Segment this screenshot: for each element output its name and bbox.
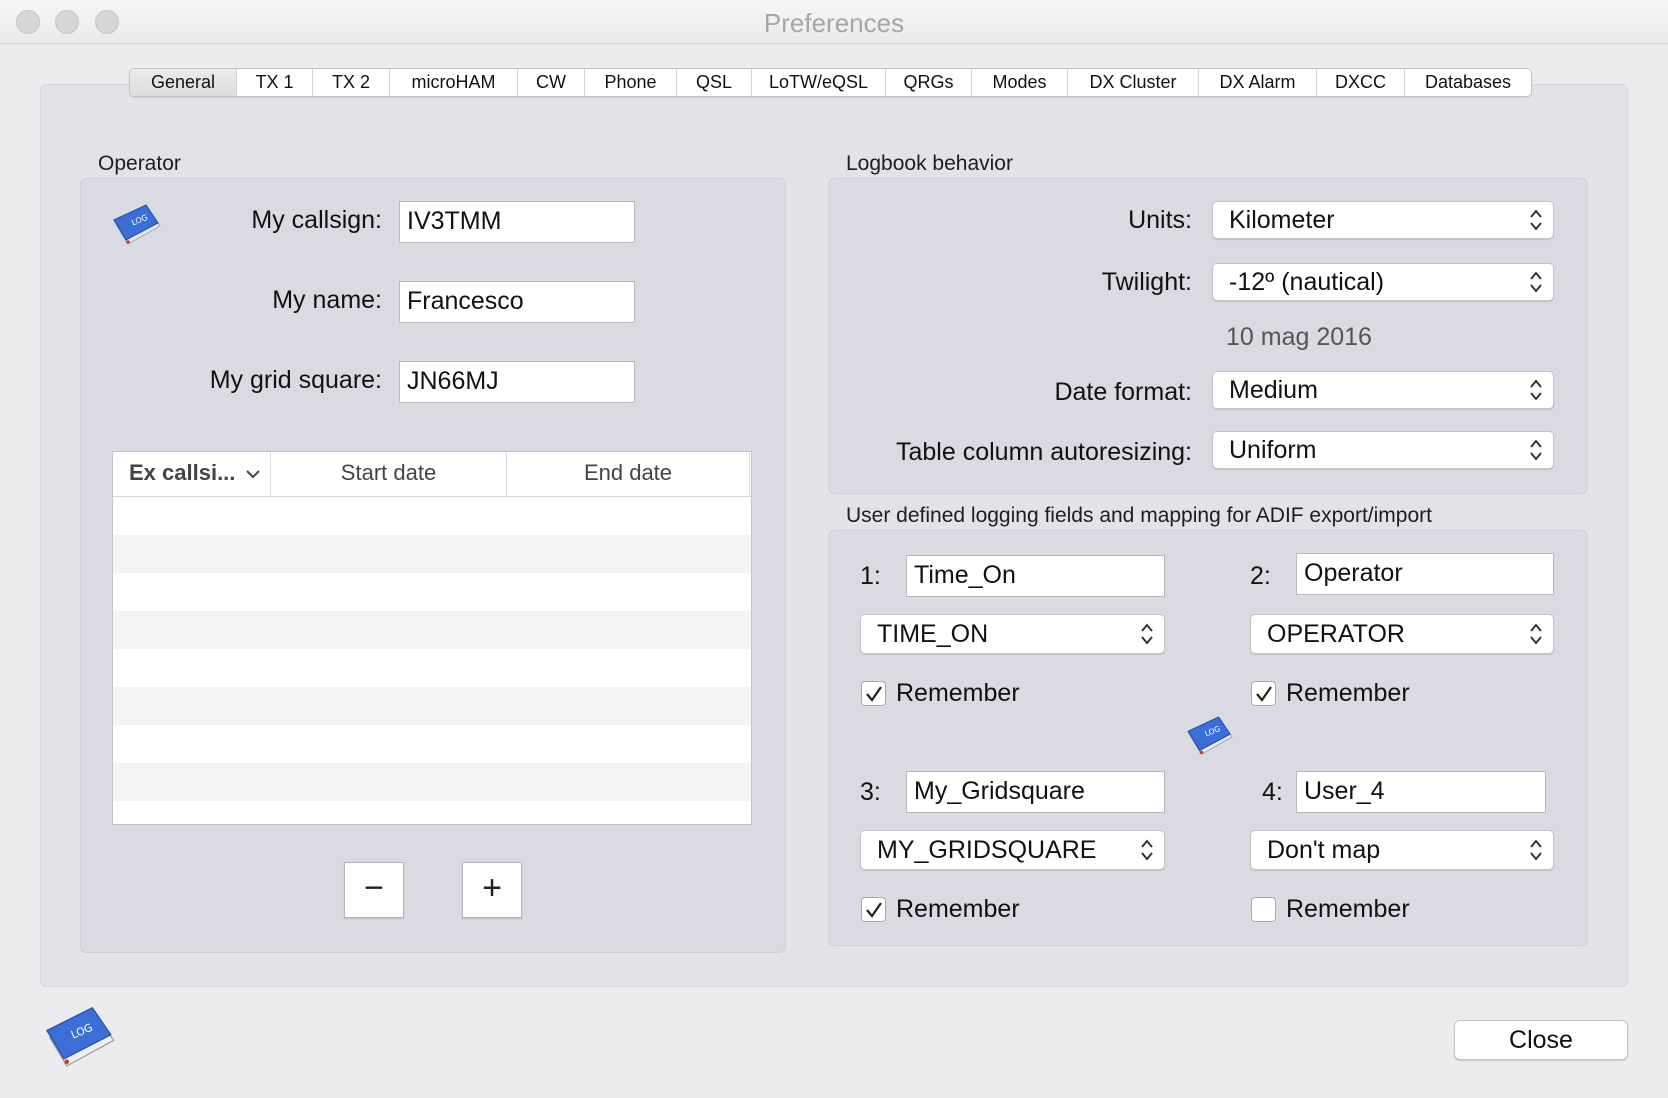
field-2-remember-label[interactable]: Remember — [1286, 679, 1410, 708]
field-4-remember-label[interactable]: Remember — [1286, 895, 1410, 924]
tab-databases[interactable]: Databases — [1405, 69, 1531, 96]
units-popup[interactable]: Kilometer — [1212, 201, 1554, 239]
field-4-mapping-popup[interactable]: Don't map — [1250, 830, 1554, 870]
tab-dx-cluster[interactable]: DX Cluster — [1068, 69, 1199, 96]
logbook-icon: LOG — [112, 204, 164, 250]
table-row — [113, 573, 751, 611]
tab-general[interactable]: General — [130, 69, 237, 96]
add-callsign-button[interactable]: + — [462, 862, 522, 918]
logbook-group-label: Logbook behavior — [846, 152, 1013, 175]
date-format-example: 10 mag 2016 — [1226, 323, 1372, 351]
field-3-remember-label[interactable]: Remember — [896, 895, 1020, 924]
table-row — [113, 801, 751, 824]
table-row — [113, 611, 751, 649]
tab-tx1[interactable]: TX 1 — [237, 69, 313, 96]
field-2-mapping-value: OPERATOR — [1267, 620, 1405, 648]
field-2-number: 2: — [1250, 562, 1271, 590]
name-field[interactable]: Francesco — [399, 281, 635, 323]
callsign-field[interactable]: IV3TMM — [399, 201, 635, 243]
preferences-window: Preferences General TX 1 TX 2 microHAM C… — [0, 0, 1668, 1098]
field-1-mapping-value: TIME_ON — [877, 620, 989, 648]
twilight-label: Twilight: — [1101, 268, 1192, 296]
user-fields-group-label: User defined logging fields and mapping … — [846, 504, 1432, 527]
updown-arrows-icon — [1530, 379, 1542, 401]
field-1-name-input[interactable]: Time_On — [906, 555, 1165, 597]
date-format-popup[interactable]: Medium — [1212, 371, 1554, 409]
units-popup-value: Kilometer — [1229, 206, 1335, 234]
field-4-number: 4: — [1262, 778, 1283, 806]
window-title: Preferences — [763, 8, 905, 38]
tab-dx-alarm[interactable]: DX Alarm — [1199, 69, 1317, 96]
units-label: Units: — [1128, 206, 1192, 234]
field-2-name-input[interactable]: Operator — [1296, 553, 1554, 595]
column-header-start-date[interactable]: Start date — [271, 452, 507, 496]
autoresize-label: Table column autoresizing: — [896, 438, 1192, 466]
field-3-mapping-popup[interactable]: MY_GRIDSQUARE — [860, 830, 1165, 870]
remove-callsign-button[interactable]: − — [344, 862, 404, 918]
updown-arrows-icon — [1530, 271, 1542, 293]
tab-tx2[interactable]: TX 2 — [313, 69, 390, 96]
table-row — [113, 763, 751, 801]
tab-bar: General TX 1 TX 2 microHAM CW Phone QSL … — [129, 68, 1532, 97]
autoresize-popup-value: Uniform — [1229, 436, 1317, 464]
updown-arrows-icon — [1530, 839, 1542, 861]
chevron-down-icon — [246, 470, 260, 479]
tab-microham[interactable]: microHAM — [390, 69, 518, 96]
tab-dxcc[interactable]: DXCC — [1317, 69, 1405, 96]
logbook-app-icon: LOG — [44, 1006, 118, 1072]
tab-lotw-eqsl[interactable]: LoTW/eQSL — [752, 69, 886, 96]
close-button[interactable]: Close — [1454, 1020, 1628, 1060]
updown-arrows-icon — [1530, 623, 1542, 645]
field-3-mapping-value: MY_GRIDSQUARE — [877, 836, 1097, 864]
field-1-remember-checkbox[interactable] — [861, 681, 886, 706]
column-header-ex-callsign-label: Ex callsi... — [129, 460, 236, 485]
ex-callsign-table[interactable]: Ex callsi... Start date End date — [112, 451, 752, 825]
updown-arrows-icon — [1530, 209, 1542, 231]
field-4-name-input[interactable]: User_4 — [1296, 771, 1546, 813]
field-1-number: 1: — [860, 562, 881, 590]
field-2-mapping-popup[interactable]: OPERATOR — [1250, 614, 1554, 654]
checkmark-icon — [866, 686, 882, 702]
twilight-popup[interactable]: -12º (nautical) — [1212, 263, 1554, 301]
grid-square-field[interactable]: JN66MJ — [399, 361, 635, 403]
tab-phone[interactable]: Phone — [585, 69, 677, 96]
updown-arrows-icon — [1141, 623, 1153, 645]
grid-square-label: My grid square: — [209, 366, 382, 394]
field-1-remember-label[interactable]: Remember — [896, 679, 1020, 708]
table-row — [113, 497, 751, 535]
field-1-mapping-popup[interactable]: TIME_ON — [860, 614, 1165, 654]
table-row — [113, 649, 751, 687]
name-label: My name: — [272, 286, 382, 314]
autoresize-popup[interactable]: Uniform — [1212, 431, 1554, 469]
table-row — [113, 687, 751, 725]
updown-arrows-icon — [1141, 839, 1153, 861]
tab-qrgs[interactable]: QRGs — [886, 69, 972, 96]
logbook-icon: LOG — [1186, 716, 1236, 760]
field-3-number: 3: — [860, 778, 881, 806]
field-2-remember-checkbox[interactable] — [1251, 681, 1276, 706]
table-row — [113, 535, 751, 573]
table-header: Ex callsi... Start date End date — [113, 452, 751, 497]
callsign-label: My callsign: — [251, 206, 382, 234]
column-header-ex-callsign[interactable]: Ex callsi... — [113, 452, 271, 496]
date-format-label: Date format: — [1054, 378, 1192, 406]
checkmark-icon — [866, 902, 882, 918]
field-3-name-input[interactable]: My_Gridsquare — [906, 771, 1165, 813]
field-3-remember-checkbox[interactable] — [861, 897, 886, 922]
checkmark-icon — [1256, 686, 1272, 702]
field-4-remember-checkbox[interactable] — [1251, 897, 1276, 922]
tab-qsl[interactable]: QSL — [677, 69, 752, 96]
title-bar: Preferences — [0, 0, 1668, 44]
updown-arrows-icon — [1530, 439, 1542, 461]
date-format-popup-value: Medium — [1229, 376, 1318, 404]
field-4-mapping-value: Don't map — [1267, 836, 1381, 864]
column-header-end-date[interactable]: End date — [507, 452, 750, 496]
tab-modes[interactable]: Modes — [972, 69, 1068, 96]
table-row — [113, 725, 751, 763]
twilight-popup-value: -12º (nautical) — [1229, 268, 1385, 296]
operator-group-label: Operator — [98, 152, 181, 175]
tab-cw[interactable]: CW — [518, 69, 585, 96]
